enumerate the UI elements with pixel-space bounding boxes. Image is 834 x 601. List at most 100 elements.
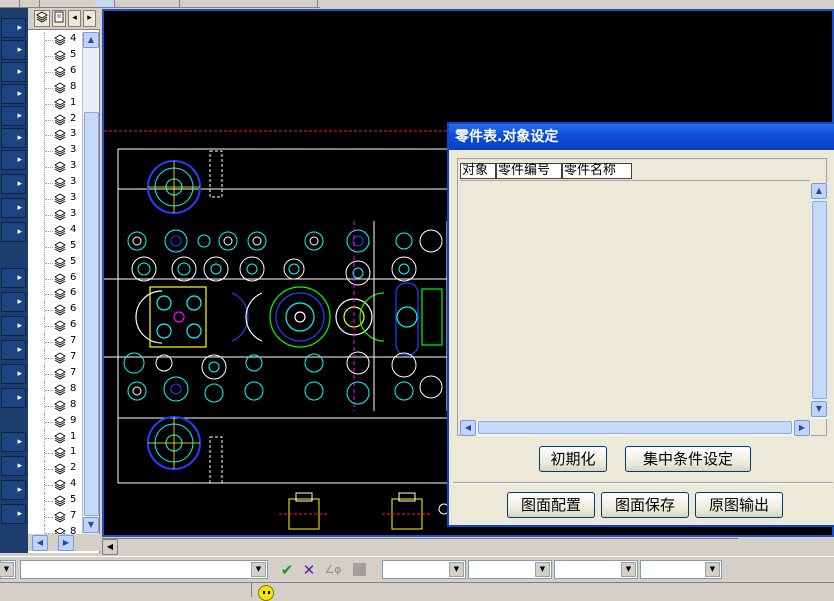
scroll-down-icon[interactable]: ▼ xyxy=(811,401,827,417)
save-drawing-button[interactable]: 图面保存 xyxy=(601,492,689,518)
stop-icon[interactable] xyxy=(350,561,368,579)
left-command-button[interactable]: ▸ xyxy=(1,316,26,336)
tree-item[interactable]: 8 xyxy=(28,382,82,398)
tree-item[interactable]: 7 xyxy=(28,509,82,525)
left-command-button[interactable]: ▸ xyxy=(1,480,26,500)
scroll-right-icon[interactable]: ▶ xyxy=(58,535,74,551)
left-command-button[interactable]: ▸ xyxy=(1,150,26,170)
layout-button[interactable]: 图面配置 xyxy=(507,492,595,518)
scroll-up-icon[interactable]: ▲ xyxy=(83,32,99,48)
left-command-button[interactable]: ▸ xyxy=(1,128,26,148)
tree-item[interactable]: 6 xyxy=(28,302,82,318)
tree-item[interactable]: 3 xyxy=(28,159,82,175)
tree-item[interactable]: 6 xyxy=(28,271,82,287)
tree-item[interactable]: 7 xyxy=(28,334,82,350)
tree-item[interactable]: 4 xyxy=(28,223,82,239)
tree-item[interactable]: 7 xyxy=(28,350,82,366)
layers-tab-icon[interactable] xyxy=(34,10,50,27)
left-command-button[interactable]: ▸ xyxy=(1,268,26,288)
angle-icon[interactable]: ∠φ xyxy=(324,561,342,579)
left-command-button[interactable]: ▸ xyxy=(1,198,26,218)
combo-small[interactable]: ▼ xyxy=(0,560,16,579)
tree-item[interactable]: 2 xyxy=(28,461,82,477)
left-command-button[interactable]: ▸ xyxy=(1,106,26,126)
tree-item[interactable]: 9 xyxy=(28,414,82,430)
scroll-left-icon[interactable]: ◀ xyxy=(102,539,118,555)
left-command-button[interactable]: ▸ xyxy=(1,222,26,242)
tree-item-label: 5 xyxy=(70,494,76,505)
left-command-button[interactable]: ▸ xyxy=(1,388,26,408)
tree-item[interactable]: 5 xyxy=(28,48,82,64)
scroll-thumb[interactable] xyxy=(478,421,792,434)
left-command-button[interactable]: ▸ xyxy=(1,456,26,476)
list-horizontal-scrollbar[interactable]: ◀ ▶ xyxy=(460,420,811,436)
command-combo[interactable]: ▼ xyxy=(20,560,268,579)
tab-scroll-right[interactable]: ▸ xyxy=(83,10,96,27)
left-command-button[interactable]: ▸ xyxy=(1,84,26,104)
scroll-left-icon[interactable]: ◀ xyxy=(32,535,48,551)
left-command-button[interactable]: ▸ xyxy=(1,62,26,82)
toolbar-segment[interactable] xyxy=(20,0,40,7)
left-command-button[interactable]: ▸ xyxy=(1,174,26,194)
list-vertical-scrollbar[interactable]: ▲ ▼ xyxy=(811,183,827,419)
tree-item[interactable]: 4 xyxy=(28,32,82,48)
left-command-button[interactable]: ▸ xyxy=(1,364,26,384)
left-command-button[interactable]: ▸ xyxy=(1,432,26,452)
layer-stack-icon xyxy=(54,495,66,507)
output-button[interactable]: 原图输出 xyxy=(695,492,783,518)
combo-3[interactable]: ▼ xyxy=(554,560,638,579)
scroll-thumb[interactable] xyxy=(84,112,99,516)
column-header-part-name[interactable]: 零件名称 xyxy=(562,163,632,179)
scroll-left-icon[interactable]: ◀ xyxy=(460,420,476,436)
toolbar-segment[interactable] xyxy=(140,0,180,7)
tree-item[interactable]: 5 xyxy=(28,255,82,271)
tree-item[interactable]: 8 xyxy=(28,398,82,414)
combo-1[interactable]: ▼ xyxy=(382,560,466,579)
tree-item[interactable]: 3 xyxy=(28,175,82,191)
tree-item-label: 5 xyxy=(70,240,76,251)
tree-horizontal-scrollbar[interactable]: ◀ ▶ xyxy=(28,534,100,551)
toolbar-segment[interactable] xyxy=(250,0,318,7)
combo-2[interactable]: ▼ xyxy=(468,560,552,579)
scroll-down-icon[interactable]: ▼ xyxy=(83,517,99,533)
tree-item[interactable]: 6 xyxy=(28,318,82,334)
smiley-icon xyxy=(258,585,274,601)
scroll-thumb[interactable] xyxy=(812,201,827,399)
tree-item[interactable]: 7 xyxy=(28,366,82,382)
scroll-up-icon[interactable]: ▲ xyxy=(811,183,827,199)
condition-settings-button[interactable]: 集中条件设定 xyxy=(625,446,751,472)
left-command-button[interactable]: ▸ xyxy=(1,40,26,60)
parts-list-view[interactable]: 对象 零件编号 零件名称 ▲ ▼ ◀ ▶ xyxy=(457,158,827,436)
tree-item[interactable]: 3 xyxy=(28,191,82,207)
column-header-object[interactable]: 对象 xyxy=(460,163,496,179)
tree-item[interactable]: 1 xyxy=(28,96,82,112)
tree-item[interactable]: 8 xyxy=(28,80,82,96)
tree-item[interactable]: 3 xyxy=(28,127,82,143)
tree-item[interactable]: 3 xyxy=(28,207,82,223)
init-button[interactable]: 初期化 xyxy=(539,446,607,472)
confirm-icon[interactable]: ✔ xyxy=(278,561,296,579)
left-command-button[interactable]: ▸ xyxy=(1,292,26,312)
tree-item[interactable]: 1 xyxy=(28,430,82,446)
column-header-part-number[interactable]: 零件编号 xyxy=(496,163,562,179)
tree-item[interactable]: 6 xyxy=(28,286,82,302)
combo-4[interactable]: ▼ xyxy=(640,560,722,579)
tree-vertical-scrollbar[interactable]: ▲ ▼ xyxy=(82,32,99,534)
tree-item[interactable]: 6 xyxy=(28,64,82,80)
tree-item[interactable]: 4 xyxy=(28,477,82,493)
document-tab-icon[interactable] xyxy=(52,10,66,27)
toolbar-segment-active[interactable] xyxy=(95,0,115,7)
cancel-icon[interactable]: ✕ xyxy=(300,561,318,579)
tab-scroll-left[interactable]: ◂ xyxy=(68,10,81,27)
tree-item[interactable]: 2 xyxy=(28,112,82,128)
left-command-button[interactable]: ▸ xyxy=(1,18,26,38)
tree-item[interactable]: 5 xyxy=(28,493,82,509)
viewport-horizontal-scrollbar[interactable]: ◀ xyxy=(102,538,738,554)
left-command-button[interactable]: ▸ xyxy=(1,340,26,360)
tree-item[interactable]: 1 xyxy=(28,445,82,461)
scroll-right-icon[interactable]: ▶ xyxy=(794,420,810,436)
left-command-button[interactable]: ▸ xyxy=(1,504,26,524)
toolbar-segment[interactable] xyxy=(0,0,20,7)
tree-item[interactable]: 3 xyxy=(28,143,82,159)
tree-item[interactable]: 5 xyxy=(28,239,82,255)
